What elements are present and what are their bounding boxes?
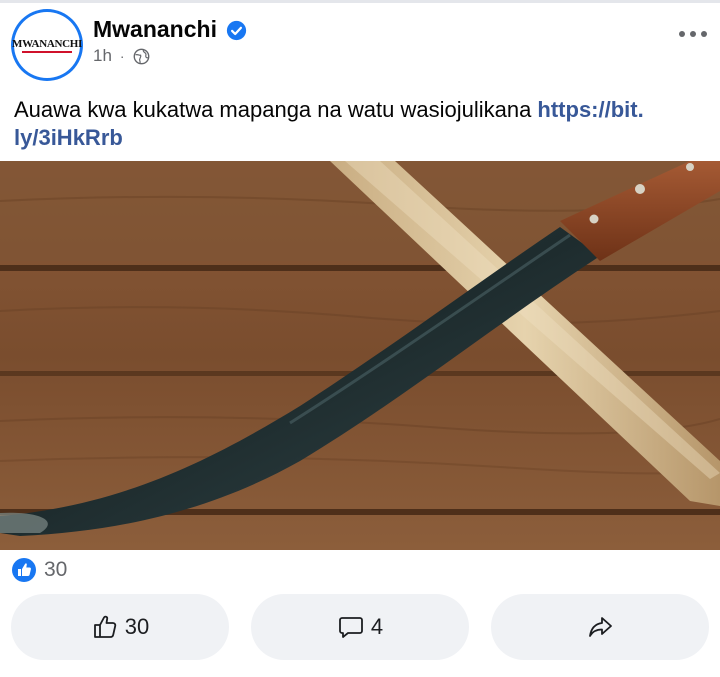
like-count: 30 <box>124 614 150 639</box>
caption-link-part-1[interactable]: https://bit. <box>537 97 643 122</box>
post-actions: 30 4 <box>0 594 720 662</box>
globe-icon <box>133 48 149 64</box>
reaction-count: 30 <box>44 558 68 581</box>
caption-text: Auawa kwa kukatwa mapanga na watu wasioj… <box>14 97 538 122</box>
logo: MWANANCHI <box>11 12 83 78</box>
post-header: MWANANCHI Mwananchi 1h · <box>0 0 720 90</box>
post-image[interactable] <box>0 161 720 550</box>
comment-bubble-icon <box>338 617 363 638</box>
verified-badge-icon <box>226 20 247 41</box>
comment-count: 4 <box>370 614 384 639</box>
page-avatar[interactable]: MWANANCHI <box>11 9 83 81</box>
meta-separator: · <box>119 48 125 64</box>
comment-button[interactable]: 4 <box>251 594 469 660</box>
more-options-icon[interactable] <box>676 24 710 44</box>
like-badge-icon <box>12 558 36 582</box>
thumbs-up-icon <box>93 615 116 638</box>
page-name[interactable]: Mwananchi <box>93 16 217 43</box>
post-caption: Auawa kwa kukatwa mapanga na watu wasioj… <box>14 96 709 152</box>
post-meta: 1h · <box>93 46 150 66</box>
share-arrow-icon <box>589 617 612 637</box>
machete-photo <box>0 161 720 550</box>
logo-text: MWANANCHI <box>11 37 83 50</box>
post-time[interactable]: 1h <box>93 46 112 66</box>
caption-link-part-2[interactable]: ly/3iHkRrb <box>14 125 123 150</box>
reaction-summary[interactable]: 30 <box>12 557 67 583</box>
share-button[interactable] <box>491 594 709 660</box>
like-button[interactable]: 30 <box>11 594 229 660</box>
logo-underline <box>22 50 72 53</box>
